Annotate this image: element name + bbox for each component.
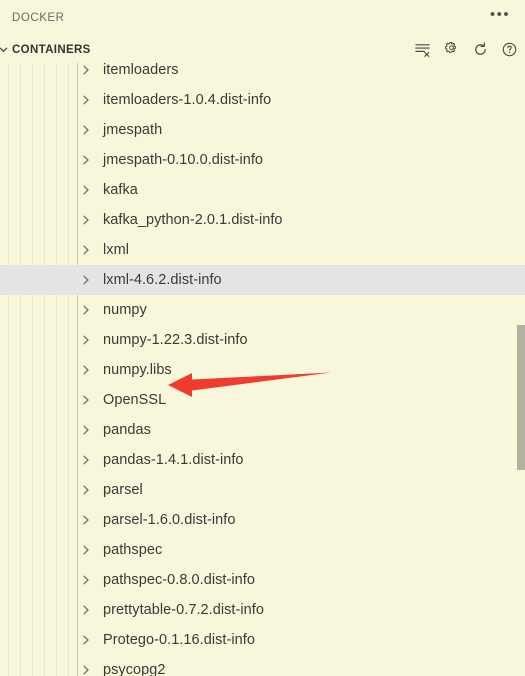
chevron-right-icon[interactable] <box>78 662 94 676</box>
section-action-bar <box>413 40 519 59</box>
tree-row[interactable]: numpy-1.22.3.dist-info <box>0 325 525 355</box>
chevron-right-icon[interactable] <box>78 632 94 648</box>
tree-row[interactable]: OpenSSL <box>0 385 525 415</box>
tree-row[interactable]: parsel-1.6.0.dist-info <box>0 505 525 535</box>
chevron-right-icon[interactable] <box>78 392 94 408</box>
tree-row-label: lxml <box>103 242 129 258</box>
tree-row[interactable]: Protego-0.1.16.dist-info <box>0 625 525 655</box>
chevron-right-icon[interactable] <box>78 542 94 558</box>
scrollbar-thumb[interactable] <box>517 325 525 470</box>
chevron-right-icon[interactable] <box>78 302 94 318</box>
tree-row[interactable]: parsel <box>0 475 525 505</box>
help-icon[interactable] <box>500 40 519 59</box>
containers-section-header[interactable]: CONTAINERS <box>0 36 525 63</box>
tree-row[interactable]: itemloaders-1.0.4.dist-info <box>0 85 525 115</box>
chevron-down-icon[interactable] <box>0 41 12 59</box>
tree-row-label: numpy.libs <box>103 362 172 378</box>
tree-row[interactable]: itemloaders <box>0 63 525 85</box>
gear-icon[interactable] <box>442 40 461 59</box>
tree-row[interactable]: pandas-1.4.1.dist-info <box>0 445 525 475</box>
tree-row[interactable]: psycopg2 <box>0 655 525 676</box>
tree-row-label: itemloaders-1.0.4.dist-info <box>103 92 272 108</box>
chevron-right-icon[interactable] <box>78 422 94 438</box>
containers-tree[interactable]: itemloaders itemloaders-1.0.4.dist-info jm… <box>0 63 525 676</box>
chevron-right-icon[interactable] <box>78 272 94 288</box>
refresh-icon[interactable] <box>471 40 490 59</box>
vertical-scrollbar[interactable] <box>517 63 525 676</box>
clear-all-icon[interactable] <box>413 40 432 59</box>
tree-row-label: Protego-0.1.16.dist-info <box>103 632 255 648</box>
tree-row[interactable]: jmespath-0.10.0.dist-info <box>0 145 525 175</box>
tree-row-label: parsel-1.6.0.dist-info <box>103 512 236 528</box>
tree-row-label: parsel <box>103 482 143 498</box>
tree-row[interactable]: numpy <box>0 295 525 325</box>
chevron-right-icon[interactable] <box>78 63 94 78</box>
tree-row[interactable]: kafka_python-2.0.1.dist-info <box>0 205 525 235</box>
panel-title: DOCKER <box>12 12 65 24</box>
chevron-right-icon[interactable] <box>78 602 94 618</box>
tree-row-label: numpy <box>103 302 147 318</box>
tree-row[interactable]: prettytable-0.7.2.dist-info <box>0 595 525 625</box>
tree-row-label: jmespath <box>103 122 163 138</box>
chevron-right-icon[interactable] <box>78 452 94 468</box>
chevron-right-icon[interactable] <box>78 92 94 108</box>
chevron-right-icon[interactable] <box>78 332 94 348</box>
tree-row-label: kafka_python-2.0.1.dist-info <box>103 212 283 228</box>
tree-row[interactable]: jmespath <box>0 115 525 145</box>
tree-row-label: pathspec <box>103 542 163 558</box>
tree-row-label: pandas-1.4.1.dist-info <box>103 452 244 468</box>
tree-row[interactable]: numpy.libs <box>0 355 525 385</box>
tree-row-label: pandas <box>103 422 151 438</box>
chevron-right-icon[interactable] <box>78 212 94 228</box>
panel-titlebar: DOCKER ••• <box>0 0 525 36</box>
chevron-right-icon[interactable] <box>78 242 94 258</box>
tree-row[interactable]: pandas <box>0 415 525 445</box>
chevron-right-icon[interactable] <box>78 122 94 138</box>
chevron-right-icon[interactable] <box>78 152 94 168</box>
chevron-right-icon[interactable] <box>78 572 94 588</box>
tree-row-label: jmespath-0.10.0.dist-info <box>103 152 264 168</box>
tree-row-label: psycopg2 <box>103 662 166 676</box>
tree-row-label: prettytable-0.7.2.dist-info <box>103 602 264 618</box>
tree-row[interactable]: kafka <box>0 175 525 205</box>
tree-row-label: pathspec-0.8.0.dist-info <box>103 572 255 588</box>
chevron-right-icon[interactable] <box>78 362 94 378</box>
tree-row-label: itemloaders <box>103 63 179 78</box>
tree-row-label: numpy-1.22.3.dist-info <box>103 332 248 348</box>
tree-row-label: OpenSSL <box>103 392 167 408</box>
chevron-right-icon[interactable] <box>78 512 94 528</box>
more-actions-button[interactable]: ••• <box>489 7 511 29</box>
tree-row[interactable]: lxml-4.6.2.dist-info <box>0 265 525 295</box>
chevron-right-icon[interactable] <box>78 482 94 498</box>
tree-row[interactable]: lxml <box>0 235 525 265</box>
tree-row-label: kafka <box>103 182 138 198</box>
tree-row-label: lxml-4.6.2.dist-info <box>103 272 222 288</box>
chevron-right-icon[interactable] <box>78 182 94 198</box>
tree-row[interactable]: pathspec <box>0 535 525 565</box>
section-title: CONTAINERS <box>12 43 91 56</box>
tree-row[interactable]: pathspec-0.8.0.dist-info <box>0 565 525 595</box>
